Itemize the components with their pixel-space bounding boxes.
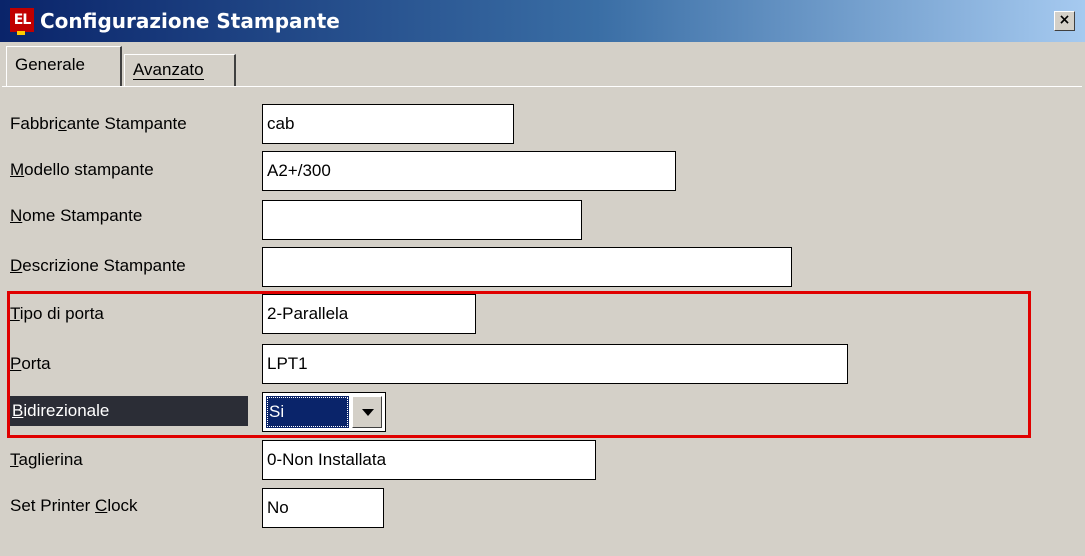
- bidirectional-selected-value[interactable]: Si: [266, 396, 349, 428]
- tab-generale-label: Generale: [15, 55, 85, 74]
- bidirectional-select[interactable]: Si: [262, 392, 386, 432]
- port-type-label: Tipo di porta: [10, 304, 104, 323]
- manufacturer-field[interactable]: cab: [262, 104, 514, 144]
- manufacturer-label: Fabbricante Stampante: [10, 114, 187, 133]
- title-bar[interactable]: EL Configurazione Stampante ×: [0, 0, 1085, 42]
- model-label: Modello stampante: [10, 160, 154, 179]
- port-label: Porta: [10, 354, 51, 373]
- close-button[interactable]: ×: [1054, 11, 1075, 31]
- tab-generale[interactable]: Generale: [6, 46, 122, 86]
- bidirectional-label: Bidirezionale: [10, 396, 248, 426]
- printer-config-window: EL Configurazione Stampante × Generale A…: [0, 0, 1085, 556]
- window-title: Configurazione Stampante: [40, 9, 340, 33]
- tab-avanzato[interactable]: Avanzato: [124, 54, 236, 86]
- tab-panel-divider: [2, 86, 1082, 87]
- tab-strip: Generale Avanzato: [4, 46, 1082, 86]
- description-label: Descrizione Stampante: [10, 256, 186, 275]
- printer-clock-field[interactable]: No: [262, 488, 384, 528]
- cutter-label: Taglierina: [10, 450, 83, 469]
- model-field[interactable]: A2+/300: [262, 151, 676, 191]
- printer-name-label: Nome Stampante: [10, 206, 143, 225]
- port-type-field[interactable]: 2-Parallela: [262, 294, 476, 334]
- printer-clock-label: Set Printer Clock: [10, 496, 138, 515]
- cutter-field[interactable]: 0-Non Installata: [262, 440, 596, 480]
- chevron-down-icon[interactable]: [352, 396, 382, 428]
- description-field[interactable]: [262, 247, 792, 287]
- tab-avanzato-label: Avanzato: [133, 60, 204, 80]
- printer-name-field[interactable]: [262, 200, 582, 240]
- app-icon: EL: [10, 8, 34, 35]
- port-field[interactable]: LPT1: [262, 344, 848, 384]
